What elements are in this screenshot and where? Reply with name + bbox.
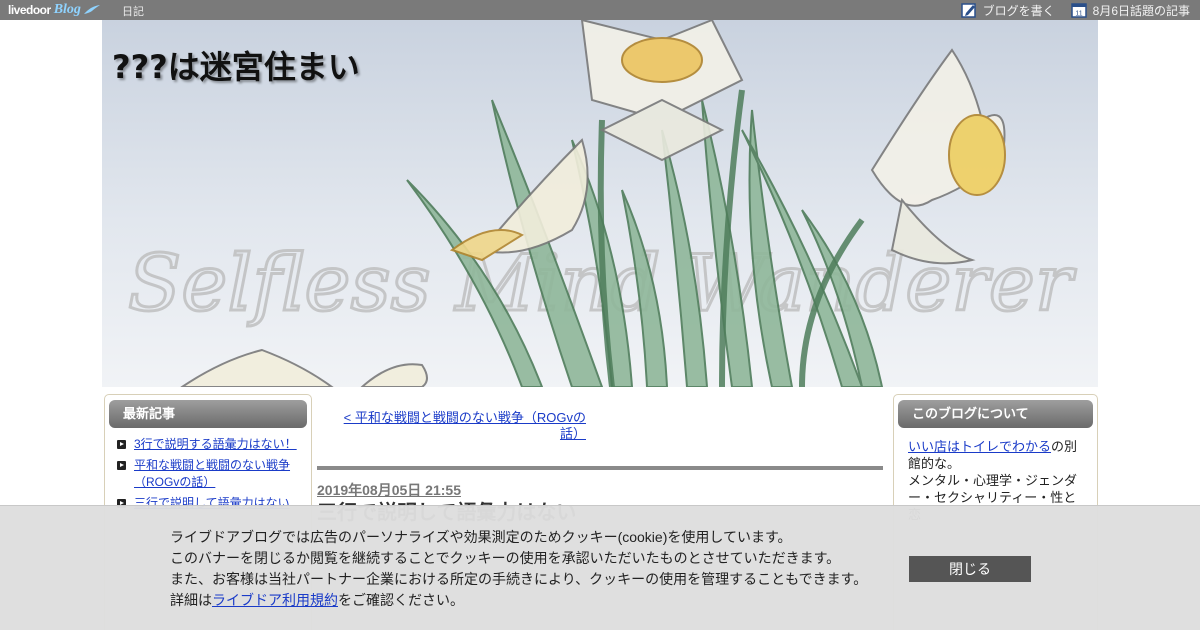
cookie-close-button[interactable]: 閉じる [909,556,1031,582]
cookie-consent-banner: ライブドアブログでは広告のパーソナライズや効果測定のためクッキー(cookie)… [0,505,1200,630]
diary-category-link[interactable]: 日記 [122,3,144,19]
cookie-line-4-prefix: 詳細は [170,592,212,608]
arrow-bullet-icon [117,440,126,449]
svg-text:11: 11 [1075,11,1082,18]
cookie-line-4: 詳細はライブドア利用規約をご確認ください。 [170,590,890,611]
cookie-line-3: また、お客様は当社パートナー企業における所定の手続きにより、クッキーの使用を管理… [170,571,868,587]
calendar-icon: 11 [1070,3,1087,18]
blog-title[interactable]: ???は迷宮住まい [112,42,360,88]
previous-post-label: < 平和な戦闘と戦闘のない戦争（ROGvの話） [343,410,586,441]
list-item: 平和な戦闘と戦闘のない戦争（ROGvの話） [117,457,301,491]
cookie-line-1: ライブドアブログでは広告のパーソナライズや効果測定のためクッキー(cookie)… [170,529,792,545]
post-divider [317,466,883,470]
topic-articles-link[interactable]: 11 8月6日話題の記事 [1070,2,1190,19]
top-right-links: ブログを書く 11 8月6日話題の記事 [945,0,1190,20]
logo-blog-text: Blog [53,2,81,17]
write-blog-label: ブログを書く [982,3,1055,18]
recent-post-link[interactable]: 3行で説明する語彙力はない！ [134,437,297,451]
livedoor-blog-logo[interactable]: livedoor Blog [8,1,101,19]
wing-icon [83,5,100,14]
about-blog-heading: このブログについて [898,400,1093,428]
list-item: 3行で説明する語彙力はない！ [117,436,301,453]
cookie-line-4-suffix: をご確認ください。 [338,592,464,608]
write-blog-link[interactable]: ブログを書く [960,2,1055,19]
recent-posts-list: 3行で説明する語彙力はない！ 平和な戦闘と戦闘のない戦争（ROGvの話） 三行で… [105,428,311,512]
previous-post-link[interactable]: < 平和な戦闘と戦闘のない戦争（ROGvの話） [340,410,586,442]
recent-post-link[interactable]: 平和な戦闘と戦闘のない戦争（ROGvの話） [134,458,290,489]
topic-articles-label: 8月6日話題の記事 [1092,3,1190,18]
top-bar: livedoor Blog 日記 ブログを書く 11 8月6日話題の記事 [0,0,1200,20]
main-blog-link[interactable]: いい店はトイレでわかる [908,439,1051,454]
blog-header: Selfless Mind Wanderer [102,20,1098,387]
arrow-bullet-icon [117,461,126,470]
terms-of-use-link[interactable]: ライブドア利用規約 [212,592,338,608]
cookie-notice-text: ライブドアブログでは広告のパーソナライズや効果測定のためクッキー(cookie)… [170,527,890,611]
logo-text: livedoor [8,3,51,17]
cookie-line-2: このバナーを閉じるか閲覧を継続することでクッキーの使用を承認いただいたものとさせ… [170,550,841,566]
recent-posts-heading: 最新記事 [109,400,307,428]
pencil-note-icon [960,3,976,18]
